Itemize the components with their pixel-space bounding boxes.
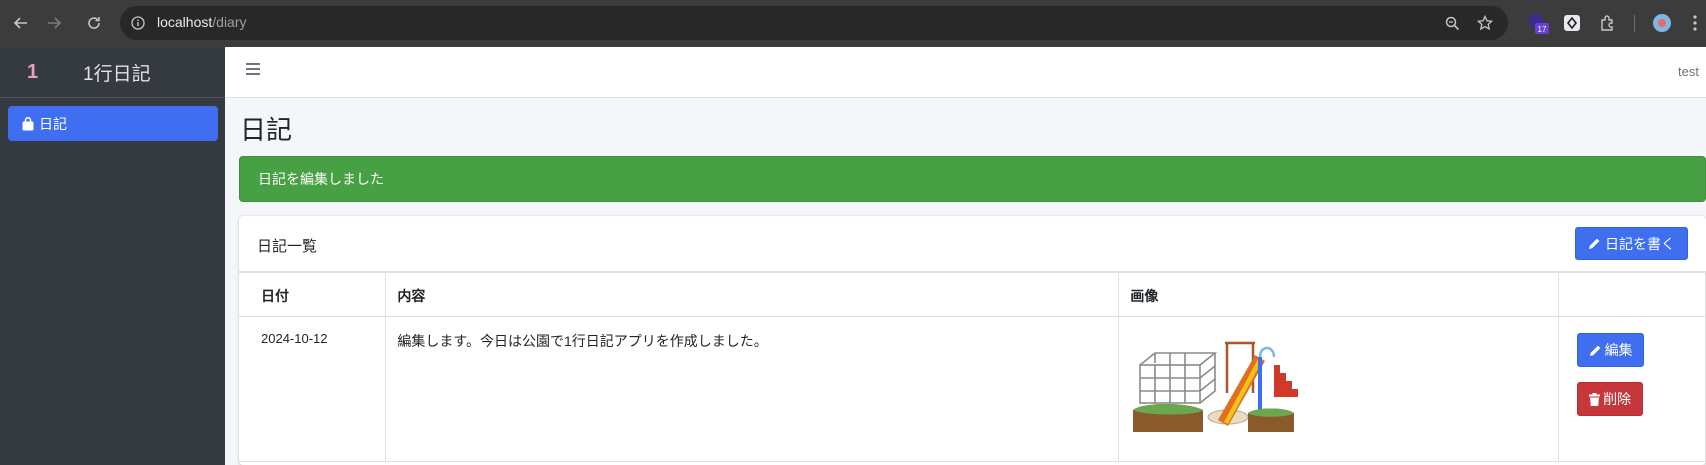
address-bar[interactable]: localhost/diary <box>120 6 1508 40</box>
user-name[interactable]: test <box>1678 64 1699 79</box>
forward-button[interactable] <box>43 12 65 34</box>
forward-arrow-icon <box>48 17 62 29</box>
success-alert: 日記を編集しました <box>239 156 1706 202</box>
toolbar-divider <box>1634 15 1635 32</box>
diary-date: 2024-10-12 <box>239 316 387 462</box>
table-row: 2024-10-12 編集します。今日は公園で1行日記アプリを作成しました。 編… <box>239 316 1706 462</box>
column-header-image: 画像 <box>1118 272 1560 317</box>
diary-content: 編集します。今日は公園で1行日記アプリを作成しました。 <box>385 316 1120 462</box>
profile-button[interactable] <box>1651 12 1673 34</box>
sidebar-item-label: 日記 <box>39 115 67 132</box>
kebab-menu-icon <box>1693 15 1697 31</box>
svg-text:17: 17 <box>1538 25 1547 34</box>
playground-image <box>1133 341 1299 432</box>
trash-icon <box>1589 392 1601 406</box>
back-button[interactable] <box>10 12 32 34</box>
extensions-menu-button[interactable] <box>1597 12 1619 34</box>
extension-icon <box>1564 15 1580 31</box>
extension-badge-icon: 17 <box>1529 14 1549 34</box>
bookmark-star-icon[interactable] <box>1477 15 1493 31</box>
puzzle-icon <box>1601 15 1613 31</box>
site-info-icon[interactable] <box>131 16 145 30</box>
reload-button[interactable] <box>83 12 105 34</box>
column-header-actions <box>1558 272 1706 317</box>
back-arrow-icon <box>13 17 27 29</box>
brand-link[interactable]: 1 1行日記 <box>0 47 225 98</box>
delete-button[interactable]: 削除 <box>1577 382 1644 416</box>
write-diary-button[interactable]: 日記を書く <box>1575 227 1688 260</box>
pencil-icon <box>1589 237 1601 249</box>
delete-label: 削除 <box>1603 391 1632 407</box>
extension-button-2[interactable] <box>1561 12 1583 34</box>
url-text: localhost/diary <box>157 14 247 30</box>
edit-label: 編集 <box>1604 342 1633 358</box>
table-header-row: 日付 内容 画像 <box>239 272 1706 317</box>
hamburger-menu-icon[interactable] <box>246 63 260 75</box>
alert-message: 日記を編集しました <box>258 171 384 187</box>
edit-button[interactable]: 編集 <box>1577 333 1645 367</box>
top-navbar: test <box>225 47 1706 98</box>
profile-avatar-icon <box>1653 14 1671 32</box>
browser-toolbar: localhost/diary 17 <box>0 0 1706 47</box>
zoom-icon[interactable] <box>1445 16 1460 31</box>
diary-list-card: 日記一覧 日記を書く 日付 内容 画像 2024-10-12 編集します。今日は… <box>239 216 1706 465</box>
page-title: 日記 <box>240 115 293 145</box>
diary-table: 日付 内容 画像 2024-10-12 編集します。今日は公園で1行日記アプリを… <box>239 272 1706 462</box>
sidebar-item-diary[interactable]: 日記 <box>8 106 218 141</box>
shopping-bag-icon <box>22 116 34 131</box>
reload-icon <box>88 17 100 29</box>
card-header: 日記一覧 日記を書く <box>239 216 1706 272</box>
extension-button[interactable]: 17 <box>1527 12 1549 34</box>
brand-logo: 1 <box>27 60 39 83</box>
write-diary-label: 日記を書く <box>1605 235 1675 252</box>
card-title: 日記一覧 <box>257 238 318 255</box>
diary-image-cell <box>1118 316 1560 462</box>
browser-menu-button[interactable] <box>1684 12 1706 34</box>
sidebar: 1 1行日記 日記 <box>0 47 225 465</box>
column-header-content: 内容 <box>385 272 1120 317</box>
brand-text: 1行日記 <box>83 63 151 85</box>
diary-actions-cell: 編集 削除 <box>1558 316 1706 462</box>
pencil-icon <box>1589 345 1600 356</box>
column-header-date: 日付 <box>239 272 387 317</box>
